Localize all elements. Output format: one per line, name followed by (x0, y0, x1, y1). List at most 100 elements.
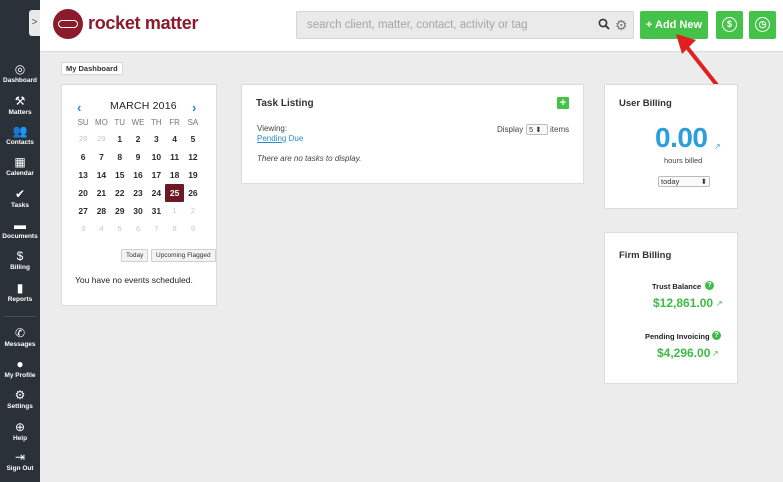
phone-icon: ✆ (14, 326, 26, 340)
calendar-day[interactable]: 29 (111, 202, 129, 220)
trust-balance-help-icon[interactable]: ? (705, 281, 714, 290)
sidebar-item-calendar[interactable]: ▦ Calendar (0, 155, 40, 178)
weekday-label: MO (95, 118, 108, 127)
calendar-day[interactable]: 26 (184, 184, 202, 202)
sidebar-item-matters[interactable]: ⚒ Matters (0, 94, 40, 117)
logo-text[interactable]: rocket matter (88, 13, 198, 34)
sidebar-item-billing[interactable]: $ Billing (0, 249, 40, 272)
sidebar-item-label: Settings (7, 403, 33, 410)
sidebar-item-label: My Profile (4, 372, 36, 379)
calendar-day[interactable]: 12 (184, 148, 202, 166)
trust-balance-value[interactable]: $12,861.00 (653, 296, 713, 310)
sidebar-toggle-button[interactable]: > (29, 10, 40, 36)
calendar-day[interactable]: 16 (129, 166, 147, 184)
sidebar-item-my-profile[interactable]: ● My Profile (0, 357, 40, 380)
user-billing-title: User Billing (619, 98, 672, 109)
display-count-select[interactable]: 5 ⬍ (526, 124, 548, 135)
sidebar-item-tasks[interactable]: ✔ Tasks (0, 187, 40, 210)
user-icon: ● (16, 357, 24, 371)
calendar-day[interactable]: 22 (111, 184, 129, 202)
calendar-day[interactable]: 29 (92, 130, 110, 148)
dollar-icon: $ (16, 249, 24, 263)
sidebar-item-settings[interactable]: ⚙ Settings (0, 388, 40, 411)
external-link-icon[interactable]: ↗ (714, 142, 721, 151)
pending-external-link-icon[interactable]: ↗ (712, 349, 719, 358)
calendar-day[interactable]: 15 (111, 166, 129, 184)
sidebar-item-contacts[interactable]: 👥 Contacts (0, 124, 40, 147)
calendar-day[interactable]: 18 (165, 166, 183, 184)
breadcrumb-my-dashboard[interactable]: My Dashboard (61, 62, 123, 75)
calendar-day[interactable]: 4 (165, 130, 183, 148)
calendar-day[interactable]: 24 (147, 184, 165, 202)
pending-invoicing-label: Pending Invoicing (645, 332, 710, 341)
sidebar-item-label: Dashboard (3, 77, 37, 84)
calendar-day[interactable]: 7 (92, 148, 110, 166)
sidebar: > ◎ Dashboard ⚒ Matters 👥 Contacts ▦ Calendar ✔ T… (0, 0, 40, 482)
calendar-day[interactable]: 28 (92, 202, 110, 220)
calendar-week-row: 28 29 1 2 3 4 5 (74, 130, 204, 148)
sidebar-divider (4, 316, 36, 317)
calendar-today-button[interactable]: Today (121, 249, 149, 262)
sidebar-item-help[interactable]: ⊕ Help (0, 420, 40, 443)
sidebar-item-reports[interactable]: ▮ Reports (0, 281, 40, 304)
search-settings-gear-icon[interactable]: ⚙ (615, 17, 628, 34)
trust-external-link-icon[interactable]: ↗ (716, 299, 723, 308)
calendar-day[interactable]: 1 (165, 202, 183, 220)
calendar-day[interactable]: 3 (147, 130, 165, 148)
calendar-day[interactable]: 13 (74, 166, 92, 184)
pending-filter-link[interactable]: Pending (257, 134, 286, 143)
calendar-day[interactable]: 10 (147, 148, 165, 166)
calendar-day[interactable]: 8 (111, 148, 129, 166)
sidebar-item-messages[interactable]: ✆ Messages (0, 326, 40, 349)
calendar-day[interactable]: 23 (129, 184, 147, 202)
upcoming-flagged-button[interactable]: Upcoming Flagged (151, 249, 216, 262)
calendar-day[interactable]: 6 (129, 220, 147, 238)
calendar-day[interactable]: 21 (92, 184, 110, 202)
calendar-day[interactable]: 1 (111, 130, 129, 148)
calendar-day[interactable]: 3 (74, 220, 92, 238)
calendar-day[interactable]: 5 (184, 130, 202, 148)
search-icon[interactable] (598, 18, 610, 33)
next-month-chevron-icon[interactable]: › (192, 100, 196, 115)
calendar-day[interactable]: 11 (165, 148, 183, 166)
sidebar-item-label: Tasks (11, 202, 29, 209)
calendar-week-row: 20 21 22 23 24 25 26 (74, 184, 204, 202)
prev-month-chevron-icon[interactable]: ‹ (77, 100, 81, 115)
calendar-day[interactable]: 30 (129, 202, 147, 220)
no-tasks-message: There are no tasks to display. (257, 154, 362, 163)
sidebar-item-label: Messages (4, 341, 36, 348)
calendar-day[interactable]: 7 (147, 220, 165, 238)
calendar-day-today[interactable]: 25 (165, 184, 184, 202)
calendar-day[interactable]: 2 (184, 202, 202, 220)
display-label: Display (497, 125, 524, 134)
gear-icon: ⚙ (14, 388, 26, 402)
calendar-day[interactable]: 9 (129, 148, 147, 166)
gavel-icon: ⚒ (14, 94, 26, 108)
calendar-day[interactable]: 20 (74, 184, 92, 202)
calendar-day[interactable]: 14 (92, 166, 110, 184)
due-filter-text[interactable]: Due (289, 134, 304, 143)
calendar-day[interactable]: 17 (147, 166, 165, 184)
calendar-day[interactable]: 4 (92, 220, 110, 238)
rocket-matter-logo-icon[interactable] (53, 9, 83, 39)
calendar-day[interactable]: 28 (74, 130, 92, 148)
calendar-day[interactable]: 31 (147, 202, 165, 220)
sidebar-item-dashboard[interactable]: ◎ Dashboard (0, 62, 40, 85)
calendar-day[interactable]: 19 (184, 166, 202, 184)
billing-period-select[interactable]: today ⬍ (658, 176, 710, 187)
sidebar-item-sign-out[interactable]: ⇥ Sign Out (0, 450, 40, 473)
pending-invoicing-help-icon[interactable]: ? (712, 331, 721, 340)
calendar-day[interactable]: 9 (184, 220, 202, 238)
timer-button[interactable]: ◷ (749, 11, 776, 39)
add-task-plus-icon[interactable]: + (557, 97, 569, 109)
folder-icon: ▬ (14, 218, 26, 232)
sidebar-item-documents[interactable]: ▬ Documents (0, 218, 40, 241)
items-label: items (550, 125, 570, 134)
calendar-day[interactable]: 8 (165, 220, 183, 238)
calendar-day[interactable]: 2 (129, 130, 147, 148)
calendar-day[interactable]: 6 (74, 148, 92, 166)
calendar-day[interactable]: 5 (111, 220, 129, 238)
search-input[interactable] (297, 12, 587, 38)
calendar-day[interactable]: 27 (74, 202, 92, 220)
pending-invoicing-value[interactable]: $4,296.00 (657, 346, 710, 360)
